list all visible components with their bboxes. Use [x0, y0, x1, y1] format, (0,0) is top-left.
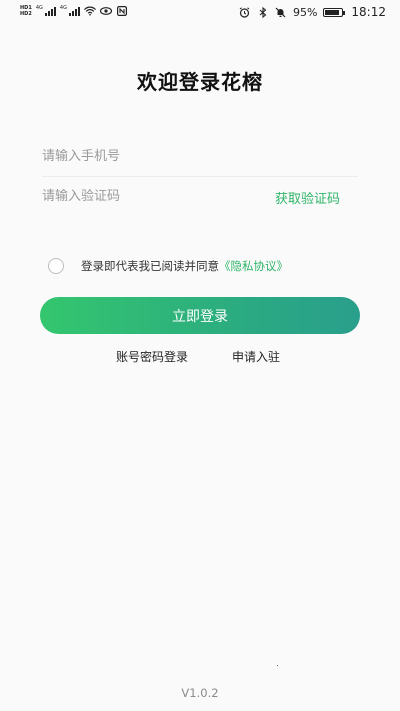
password-login-link[interactable]: 账号密码登录	[116, 348, 188, 365]
agreement-text: 登录即代表我已阅读并同意	[81, 259, 219, 273]
phone-field	[42, 136, 358, 177]
nfc-icon	[116, 5, 128, 17]
battery-icon	[323, 7, 346, 17]
code-input[interactable]	[42, 176, 242, 216]
wifi-icon	[83, 5, 96, 17]
signal-2-icon: 4G	[60, 6, 80, 16]
bluetooth-icon	[257, 6, 269, 18]
apply-join-link[interactable]: 申请入驻	[232, 348, 280, 365]
login-button[interactable]: 立即登录	[40, 297, 360, 334]
secondary-links: 账号密码登录 申请入驻	[0, 348, 400, 366]
version-label: V1.0.2	[181, 686, 219, 700]
code-field: 获取验证码	[42, 176, 358, 216]
privacy-policy-link[interactable]: 《隐私协议》	[219, 258, 288, 274]
status-bar-right: 95% 18:12	[239, 5, 386, 19]
page-title: 欢迎登录花榕	[137, 70, 263, 94]
status-bar-left: HD1 HD2 4G 4G	[20, 5, 128, 17]
get-code-button[interactable]: 获取验证码	[275, 188, 340, 207]
signal-1-icon: 4G	[36, 6, 56, 16]
mute-icon	[275, 6, 287, 18]
agreement-checkbox[interactable]	[48, 258, 64, 274]
hd2-label: HD2	[20, 11, 32, 17]
hd-indicators: HD1 HD2	[20, 5, 32, 17]
clock: 18:12	[351, 5, 386, 19]
status-bar: HD1 HD2 4G 4G 95% 18:12	[0, 0, 400, 26]
eye-icon	[99, 5, 112, 17]
alarm-icon	[239, 6, 251, 18]
stray-dot	[277, 665, 278, 666]
phone-input[interactable]	[42, 136, 242, 176]
agreement-row: 登录即代表我已阅读并同意 《隐私协议》	[48, 258, 288, 274]
battery-percent: 95%	[292, 5, 318, 19]
